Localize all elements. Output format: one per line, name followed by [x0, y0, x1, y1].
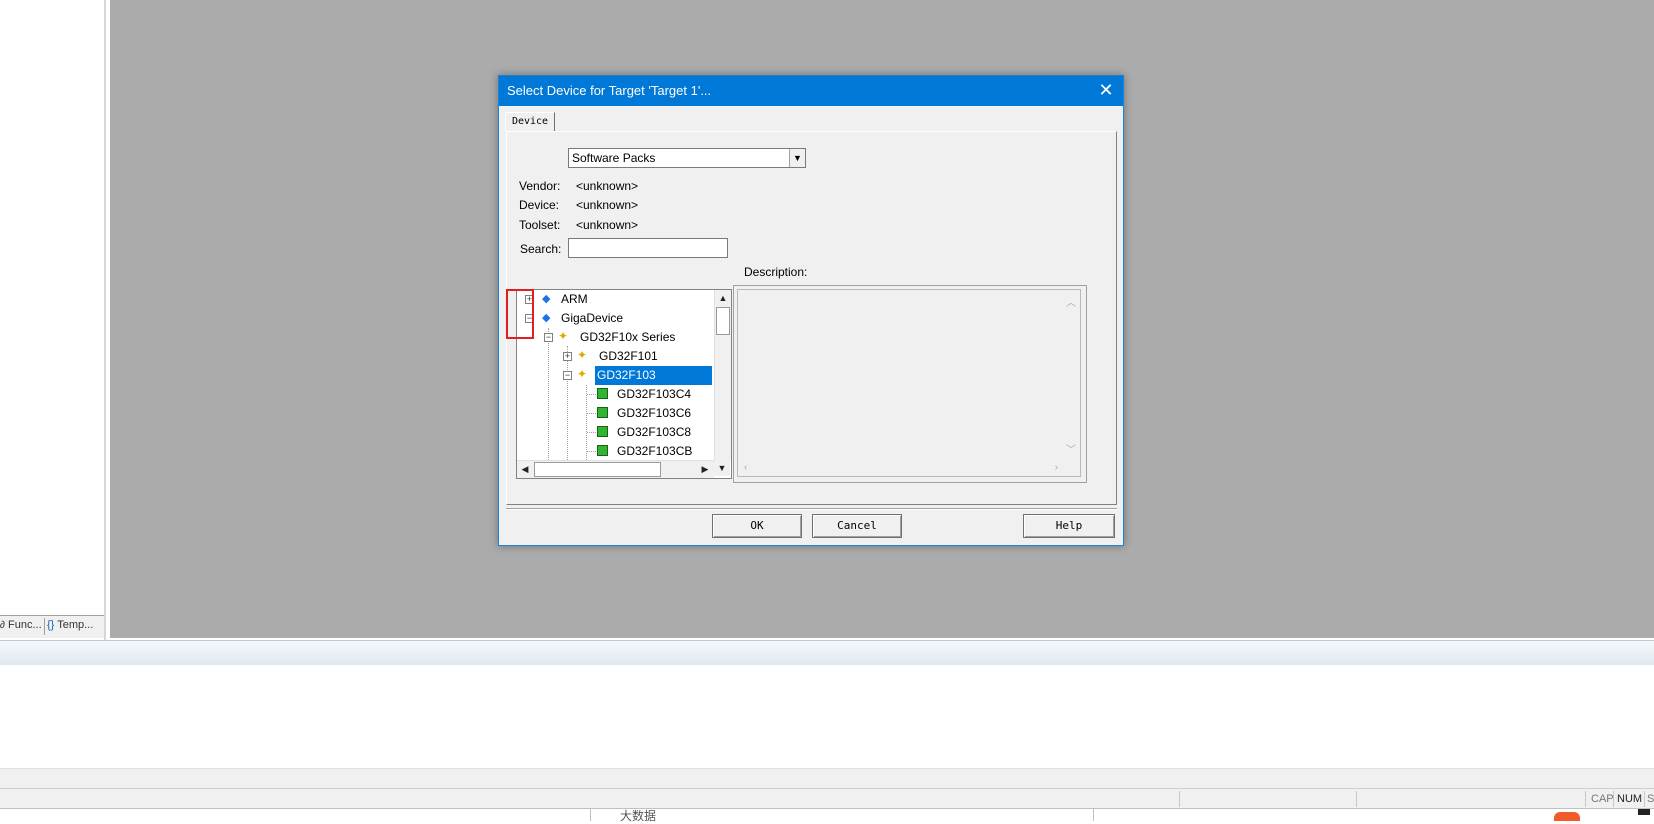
- software-packs-value: Software Packs: [572, 151, 656, 165]
- scroll-down-icon[interactable]: ▼: [714, 460, 730, 476]
- tab-divider: [44, 618, 45, 635]
- chip-icon: [597, 426, 608, 437]
- chip-icon: [597, 445, 608, 456]
- num-lock-indicator: NUM: [1617, 793, 1643, 805]
- device-label: Device:: [519, 198, 560, 212]
- taskbar-divider: [1093, 809, 1094, 821]
- device-tree[interactable]: + ◆ ARM − ◆ GigaDevice − ✦ GD32F10x Seri…: [516, 289, 732, 479]
- tree-item-arm[interactable]: + ◆ ARM: [517, 290, 714, 309]
- tree-item-gd32f103c8[interactable]: GD32F103C8: [517, 423, 714, 442]
- status-bar: CAP NUM S: [0, 788, 1654, 809]
- tree-vertical-scrollbar[interactable]: ▲: [714, 290, 731, 460]
- tree-item-gd32f103cb[interactable]: GD32F103CB: [517, 442, 714, 461]
- tab-functions[interactable]: ∂ Func...: [0, 619, 42, 631]
- scroll-up-icon[interactable]: ︿: [1066, 294, 1076, 309]
- dialog-title: Select Device for Target 'Target 1'...: [507, 83, 712, 98]
- status-divider: [1613, 791, 1614, 807]
- status-divider: [1356, 791, 1357, 807]
- chip-icon: [597, 407, 608, 418]
- scroll-left-icon[interactable]: ◀: [517, 461, 533, 477]
- tree-item-gd32f101[interactable]: + ✦ GD32F101: [517, 347, 714, 366]
- tree-item-gd32f103c4[interactable]: GD32F103C4: [517, 385, 714, 404]
- help-button[interactable]: Help: [1023, 514, 1115, 538]
- tree-connector: [587, 394, 596, 395]
- vendor-diamond-icon: ◆: [542, 312, 551, 324]
- device-subfamily-icon: ✦: [577, 348, 588, 362]
- functions-icon: ∂: [0, 620, 5, 631]
- tree-item-gd32f103c6[interactable]: GD32F103C6: [517, 404, 714, 423]
- caps-lock-indicator: CAP: [1591, 793, 1614, 805]
- scroll-up-icon[interactable]: ▲: [715, 290, 731, 306]
- cancel-button[interactable]: Cancel: [812, 514, 902, 538]
- collapse-icon[interactable]: −: [544, 333, 553, 342]
- collapse-icon[interactable]: −: [563, 371, 572, 380]
- vendor-label: Vendor:: [519, 179, 561, 193]
- tree-item-gd32f103[interactable]: − ✦ GD32F103: [517, 366, 714, 385]
- scroll-down-icon[interactable]: ﹀: [1066, 441, 1076, 456]
- description-box[interactable]: ︿ ﹀ ‹ ›: [737, 289, 1081, 477]
- chip-icon: [597, 388, 608, 399]
- description-group: ︿ ﹀ ‹ ›: [733, 285, 1087, 483]
- scroll-thumb[interactable]: [716, 307, 730, 335]
- close-icon[interactable]: ✕: [1089, 76, 1123, 106]
- dialog-titlebar[interactable]: Select Device for Target 'Target 1'... ✕: [499, 76, 1123, 106]
- tree-connector: [587, 432, 596, 433]
- vendor-diamond-icon: ◆: [542, 293, 551, 305]
- scroll-left-icon[interactable]: ‹: [744, 462, 747, 473]
- output-tab-bar: [0, 768, 1654, 789]
- toolset-label: Toolset:: [519, 218, 561, 232]
- dialog-separator: [506, 508, 1117, 510]
- tab-templates[interactable]: {} Temp...: [47, 619, 93, 631]
- project-panel: ∂ Func... {} Temp...: [0, 0, 106, 640]
- device-value: <unknown>: [576, 198, 639, 212]
- build-output-window[interactable]: [0, 665, 1654, 768]
- device-subfamily-icon: ✦: [577, 367, 588, 381]
- status-divider: [1179, 791, 1180, 807]
- taskbar-divider: [590, 809, 591, 821]
- search-input[interactable]: [568, 238, 728, 258]
- taskbar-text: 大数据: [620, 809, 657, 823]
- tree-horizontal-scrollbar[interactable]: ◀ ▶: [517, 460, 714, 478]
- templates-icon: {}: [47, 619, 55, 631]
- software-packs-select[interactable]: Software Packs ▼: [568, 148, 806, 168]
- panel-splitter[interactable]: [0, 640, 1654, 666]
- scroll-thumb[interactable]: [534, 462, 661, 477]
- corner-icon: [1638, 809, 1650, 815]
- annotation-highlight-box: [506, 289, 534, 339]
- select-device-dialog: Select Device for Target 'Target 1'... ✕…: [498, 75, 1124, 546]
- toolset-value: <unknown>: [576, 218, 639, 232]
- tree-connector: [587, 413, 596, 414]
- tab-device[interactable]: Device: [505, 112, 555, 131]
- scroll-lock-indicator: S: [1647, 793, 1654, 805]
- scroll-right-icon[interactable]: ›: [1055, 462, 1058, 473]
- scroll-right-icon[interactable]: ▶: [697, 461, 713, 477]
- taskbar-strip: 大数据: [0, 808, 1654, 823]
- status-divider: [1644, 791, 1645, 807]
- vendor-value: <unknown>: [576, 179, 639, 193]
- device-family-icon: ✦: [558, 329, 569, 343]
- status-divider: [1585, 791, 1586, 807]
- tree-item-gigadevice[interactable]: − ◆ GigaDevice: [517, 309, 714, 328]
- project-panel-tabs: ∂ Func... {} Temp...: [0, 615, 104, 638]
- expand-icon[interactable]: +: [563, 352, 572, 361]
- tree-item-gd32f10x-series[interactable]: − ✦ GD32F10x Series: [517, 328, 714, 347]
- chevron-down-icon[interactable]: ▼: [789, 149, 805, 167]
- description-label: Description:: [744, 265, 808, 279]
- tree-connector: [587, 451, 596, 452]
- search-label: Search:: [520, 242, 562, 256]
- ok-button[interactable]: OK: [712, 514, 802, 538]
- panel-border: [104, 0, 106, 640]
